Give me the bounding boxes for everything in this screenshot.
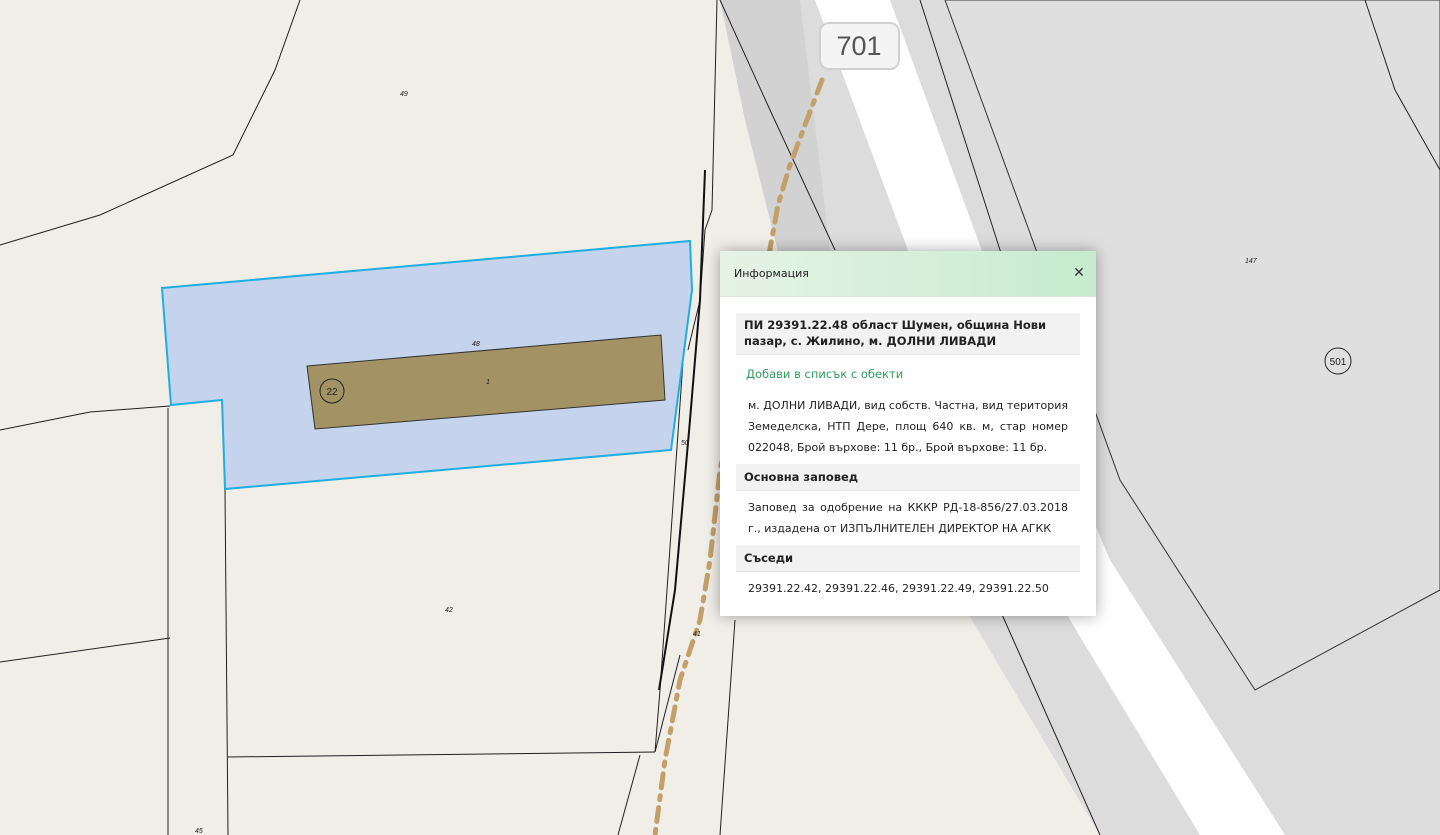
panel-body: ПИ 29391.22.48 област Шумен, община Нови…: [720, 297, 1096, 607]
marker-22-label: 22: [326, 387, 338, 398]
road-number-label: 701: [836, 31, 881, 61]
parcel-label-41: 41: [693, 631, 701, 638]
info-panel: Информация ✕ ПИ 29391.22.48 област Шумен…: [720, 251, 1096, 616]
parcel-description: м. ДОЛНИ ЛИВАДИ, вид собств. Частна, вид…: [748, 399, 1069, 454]
parcel-label-147: 147: [1245, 258, 1258, 265]
parcel-label-42: 42: [445, 607, 453, 614]
panel-title: Информация: [734, 267, 809, 280]
neighbors-heading: Съседи: [736, 545, 1080, 572]
parcel-label-1: 1: [486, 379, 490, 386]
neighbors-text: 29391.22.42, 29391.22.46, 29391.22.49, 2…: [748, 582, 1049, 595]
parcel-label-50: 50: [681, 440, 689, 447]
parcel-label-48: 48: [472, 341, 480, 348]
parcel-label-49: 49: [400, 91, 408, 98]
close-icon[interactable]: ✕: [1070, 263, 1088, 283]
order-text: Заповед за одобрение на КККР РД-18-856/2…: [748, 501, 1068, 535]
add-to-list-link[interactable]: Добави в списък с обекти: [736, 355, 1080, 389]
order-heading: Основна заповед: [736, 464, 1080, 491]
parcel-label-45: 45: [195, 828, 203, 835]
marker-501-label: 501: [1330, 357, 1347, 368]
parcel-heading: ПИ 29391.22.48 област Шумен, община Нови…: [736, 313, 1080, 355]
panel-header: Информация ✕: [720, 251, 1096, 297]
